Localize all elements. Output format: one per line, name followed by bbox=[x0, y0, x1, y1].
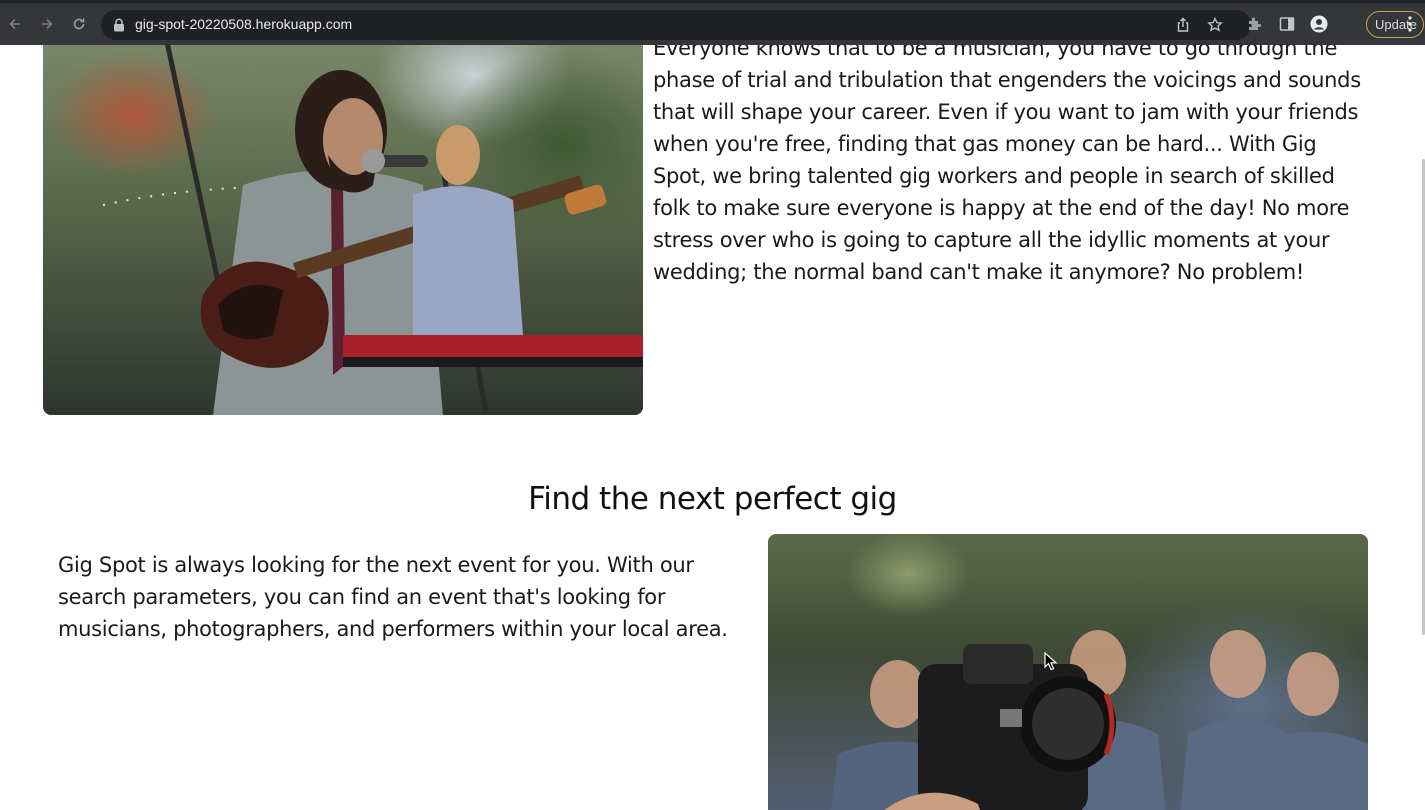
intro-paragraph: Everyone knows that to be a musician, yo… bbox=[653, 45, 1361, 284]
share-icon[interactable] bbox=[1175, 17, 1191, 33]
profile-icon[interactable] bbox=[1310, 15, 1328, 33]
mouse-cursor-icon bbox=[1044, 652, 1058, 671]
url-text: gig-spot-20220508.herokuapp.com bbox=[135, 16, 353, 32]
forward-button[interactable] bbox=[35, 12, 59, 36]
browser-toolbar: gig-spot-20220508.herokuapp.com Update bbox=[0, 0, 1425, 45]
find-gig-paragraph: Gig Spot is always looking for the next … bbox=[58, 553, 728, 641]
address-bar[interactable]: gig-spot-20220508.herokuapp.com bbox=[101, 10, 1251, 40]
back-button[interactable] bbox=[3, 12, 27, 36]
photographer-photo bbox=[768, 534, 1368, 810]
reload-icon bbox=[73, 18, 85, 30]
lock-icon bbox=[114, 18, 124, 32]
puzzle-icon[interactable] bbox=[1246, 15, 1264, 33]
back-arrow-icon bbox=[9, 18, 20, 30]
forward-arrow-icon bbox=[42, 18, 53, 30]
page-viewport: Everyone knows that to be a musician, yo… bbox=[0, 45, 1425, 810]
kebab-menu-icon[interactable] bbox=[1403, 15, 1417, 33]
side-panel-icon[interactable] bbox=[1278, 15, 1296, 33]
find-gig-heading: Find the next perfect gig bbox=[528, 481, 897, 517]
musician-illustration bbox=[102, 45, 643, 415]
musician-photo bbox=[43, 45, 643, 415]
reload-button[interactable] bbox=[67, 12, 91, 36]
star-icon[interactable] bbox=[1207, 17, 1223, 33]
camera-illustration bbox=[831, 630, 1368, 810]
